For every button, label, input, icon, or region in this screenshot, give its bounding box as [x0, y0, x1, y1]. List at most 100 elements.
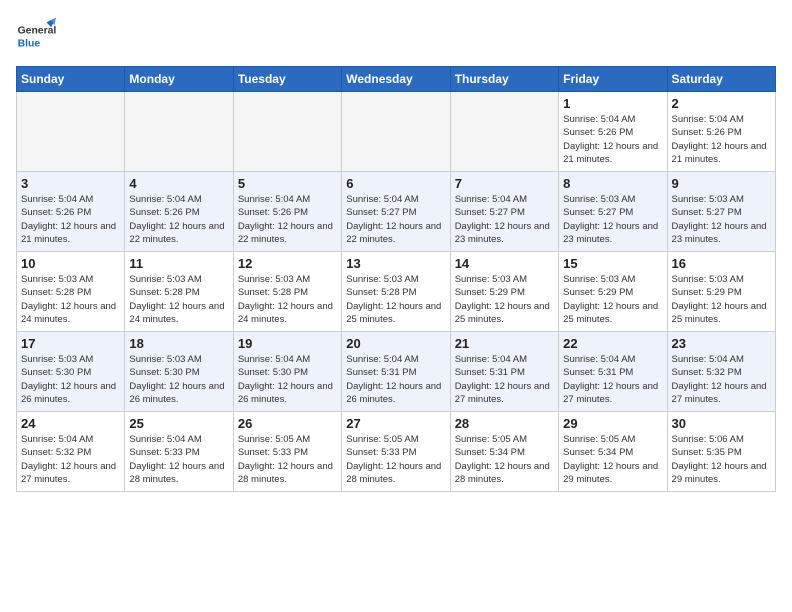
day-cell: 19 Sunrise: 5:04 AM Sunset: 5:30 PM Dayli… [233, 332, 341, 412]
day-cell: 29 Sunrise: 5:05 AM Sunset: 5:34 PM Dayli… [559, 412, 667, 492]
day-info: Sunrise: 5:04 AM Sunset: 5:33 PM Dayligh… [129, 433, 228, 486]
day-number: 17 [21, 336, 120, 351]
day-cell: 17 Sunrise: 5:03 AM Sunset: 5:30 PM Dayli… [17, 332, 125, 412]
day-cell [450, 92, 558, 172]
day-cell: 30 Sunrise: 5:06 AM Sunset: 5:35 PM Dayli… [667, 412, 775, 492]
day-info: Sunrise: 5:05 AM Sunset: 5:33 PM Dayligh… [238, 433, 337, 486]
day-header-monday: Monday [125, 67, 233, 92]
day-number: 14 [455, 256, 554, 271]
day-number: 20 [346, 336, 445, 351]
day-number: 8 [563, 176, 662, 191]
day-info: Sunrise: 5:05 AM Sunset: 5:34 PM Dayligh… [563, 433, 662, 486]
day-info: Sunrise: 5:03 AM Sunset: 5:28 PM Dayligh… [129, 273, 228, 326]
day-info: Sunrise: 5:03 AM Sunset: 5:30 PM Dayligh… [21, 353, 120, 406]
day-number: 30 [672, 416, 771, 431]
day-info: Sunrise: 5:04 AM Sunset: 5:32 PM Dayligh… [21, 433, 120, 486]
logo: General Blue [16, 16, 56, 56]
day-cell [17, 92, 125, 172]
day-cell: 1 Sunrise: 5:04 AM Sunset: 5:26 PM Daylig… [559, 92, 667, 172]
week-row-1: 1 Sunrise: 5:04 AM Sunset: 5:26 PM Daylig… [17, 92, 776, 172]
day-cell: 10Sunrise: 5:03 AM Sunset: 5:28 PM Dayli… [17, 252, 125, 332]
day-cell: 6 Sunrise: 5:04 AM Sunset: 5:27 PM Daylig… [342, 172, 450, 252]
day-cell: 8 Sunrise: 5:03 AM Sunset: 5:27 PM Daylig… [559, 172, 667, 252]
day-number: 18 [129, 336, 228, 351]
day-info: Sunrise: 5:04 AM Sunset: 5:30 PM Dayligh… [238, 353, 337, 406]
day-info: Sunrise: 5:04 AM Sunset: 5:32 PM Dayligh… [672, 353, 771, 406]
day-info: Sunrise: 5:03 AM Sunset: 5:28 PM Dayligh… [238, 273, 337, 326]
day-info: Sunrise: 5:04 AM Sunset: 5:31 PM Dayligh… [455, 353, 554, 406]
day-cell: 15 Sunrise: 5:03 AM Sunset: 5:29 PM Dayli… [559, 252, 667, 332]
day-info: Sunrise: 5:05 AM Sunset: 5:34 PM Dayligh… [455, 433, 554, 486]
day-number: 22 [563, 336, 662, 351]
day-info: Sunrise: 5:04 AM Sunset: 5:31 PM Dayligh… [346, 353, 445, 406]
svg-text:General: General [18, 26, 56, 37]
day-info: Sunrise: 5:06 AM Sunset: 5:35 PM Dayligh… [672, 433, 771, 486]
day-number: 19 [238, 336, 337, 351]
day-header-tuesday: Tuesday [233, 67, 341, 92]
day-cell: 27 Sunrise: 5:05 AM Sunset: 5:33 PM Dayli… [342, 412, 450, 492]
day-cell: 25 Sunrise: 5:04 AM Sunset: 5:33 PM Dayli… [125, 412, 233, 492]
day-header-sunday: Sunday [17, 67, 125, 92]
day-cell: 18Sunrise: 5:03 AM Sunset: 5:30 PM Dayli… [125, 332, 233, 412]
week-row-4: 17 Sunrise: 5:03 AM Sunset: 5:30 PM Dayli… [17, 332, 776, 412]
day-info: Sunrise: 5:04 AM Sunset: 5:27 PM Dayligh… [346, 193, 445, 246]
day-info: Sunrise: 5:04 AM Sunset: 5:27 PM Dayligh… [455, 193, 554, 246]
day-info: Sunrise: 5:05 AM Sunset: 5:33 PM Dayligh… [346, 433, 445, 486]
day-cell: 14 Sunrise: 5:03 AM Sunset: 5:29 PM Dayli… [450, 252, 558, 332]
day-header-saturday: Saturday [667, 67, 775, 92]
day-number: 9 [672, 176, 771, 191]
week-row-5: 24 Sunrise: 5:04 AM Sunset: 5:32 PM Dayli… [17, 412, 776, 492]
day-info: Sunrise: 5:04 AM Sunset: 5:26 PM Dayligh… [129, 193, 228, 246]
day-cell: 23 Sunrise: 5:04 AM Sunset: 5:32 PM Dayli… [667, 332, 775, 412]
day-number: 15 [563, 256, 662, 271]
day-cell [342, 92, 450, 172]
day-cell: 12Sunrise: 5:03 AM Sunset: 5:28 PM Dayli… [233, 252, 341, 332]
day-number: 26 [238, 416, 337, 431]
day-info: Sunrise: 5:03 AM Sunset: 5:27 PM Dayligh… [563, 193, 662, 246]
day-info: Sunrise: 5:04 AM Sunset: 5:26 PM Dayligh… [563, 113, 662, 166]
day-cell: 24 Sunrise: 5:04 AM Sunset: 5:32 PM Dayli… [17, 412, 125, 492]
day-info: Sunrise: 5:03 AM Sunset: 5:28 PM Dayligh… [21, 273, 120, 326]
day-number: 29 [563, 416, 662, 431]
day-number: 21 [455, 336, 554, 351]
day-number: 11 [129, 256, 228, 271]
generalblue-logo-icon: General Blue [16, 16, 56, 56]
day-number: 4 [129, 176, 228, 191]
day-number: 24 [21, 416, 120, 431]
svg-text:Blue: Blue [18, 38, 41, 49]
day-cell: 9 Sunrise: 5:03 AM Sunset: 5:27 PM Daylig… [667, 172, 775, 252]
header: General Blue [16, 16, 776, 56]
week-row-3: 10Sunrise: 5:03 AM Sunset: 5:28 PM Dayli… [17, 252, 776, 332]
day-number: 23 [672, 336, 771, 351]
day-number: 5 [238, 176, 337, 191]
day-cell: 5Sunrise: 5:04 AM Sunset: 5:26 PM Daylig… [233, 172, 341, 252]
day-cell: 7 Sunrise: 5:04 AM Sunset: 5:27 PM Daylig… [450, 172, 558, 252]
day-number: 3 [21, 176, 120, 191]
day-cell: 22 Sunrise: 5:04 AM Sunset: 5:31 PM Dayli… [559, 332, 667, 412]
day-cell: 16Sunrise: 5:03 AM Sunset: 5:29 PM Dayli… [667, 252, 775, 332]
day-header-wednesday: Wednesday [342, 67, 450, 92]
day-cell: 3Sunrise: 5:04 AM Sunset: 5:26 PM Daylig… [17, 172, 125, 252]
page: General Blue SundayMondayTuesdayWednesda… [0, 0, 792, 502]
day-info: Sunrise: 5:03 AM Sunset: 5:28 PM Dayligh… [346, 273, 445, 326]
day-number: 6 [346, 176, 445, 191]
day-header-friday: Friday [559, 67, 667, 92]
day-number: 27 [346, 416, 445, 431]
calendar-table: SundayMondayTuesdayWednesdayThursdayFrid… [16, 66, 776, 492]
day-info: Sunrise: 5:03 AM Sunset: 5:27 PM Dayligh… [672, 193, 771, 246]
day-info: Sunrise: 5:04 AM Sunset: 5:26 PM Dayligh… [672, 113, 771, 166]
day-cell: 4 Sunrise: 5:04 AM Sunset: 5:26 PM Daylig… [125, 172, 233, 252]
day-number: 1 [563, 96, 662, 111]
day-number: 7 [455, 176, 554, 191]
day-number: 25 [129, 416, 228, 431]
day-cell [125, 92, 233, 172]
day-cell: 20 Sunrise: 5:04 AM Sunset: 5:31 PM Dayli… [342, 332, 450, 412]
day-info: Sunrise: 5:04 AM Sunset: 5:31 PM Dayligh… [563, 353, 662, 406]
day-cell: 21 Sunrise: 5:04 AM Sunset: 5:31 PM Dayli… [450, 332, 558, 412]
day-cell: 13Sunrise: 5:03 AM Sunset: 5:28 PM Dayli… [342, 252, 450, 332]
day-info: Sunrise: 5:03 AM Sunset: 5:29 PM Dayligh… [455, 273, 554, 326]
day-header-row: SundayMondayTuesdayWednesdayThursdayFrid… [17, 67, 776, 92]
day-info: Sunrise: 5:03 AM Sunset: 5:29 PM Dayligh… [563, 273, 662, 326]
week-row-2: 3 Sunrise: 5:04 AM Sunset: 5:26 PM Daylig… [17, 172, 776, 252]
day-number: 2 [672, 96, 771, 111]
